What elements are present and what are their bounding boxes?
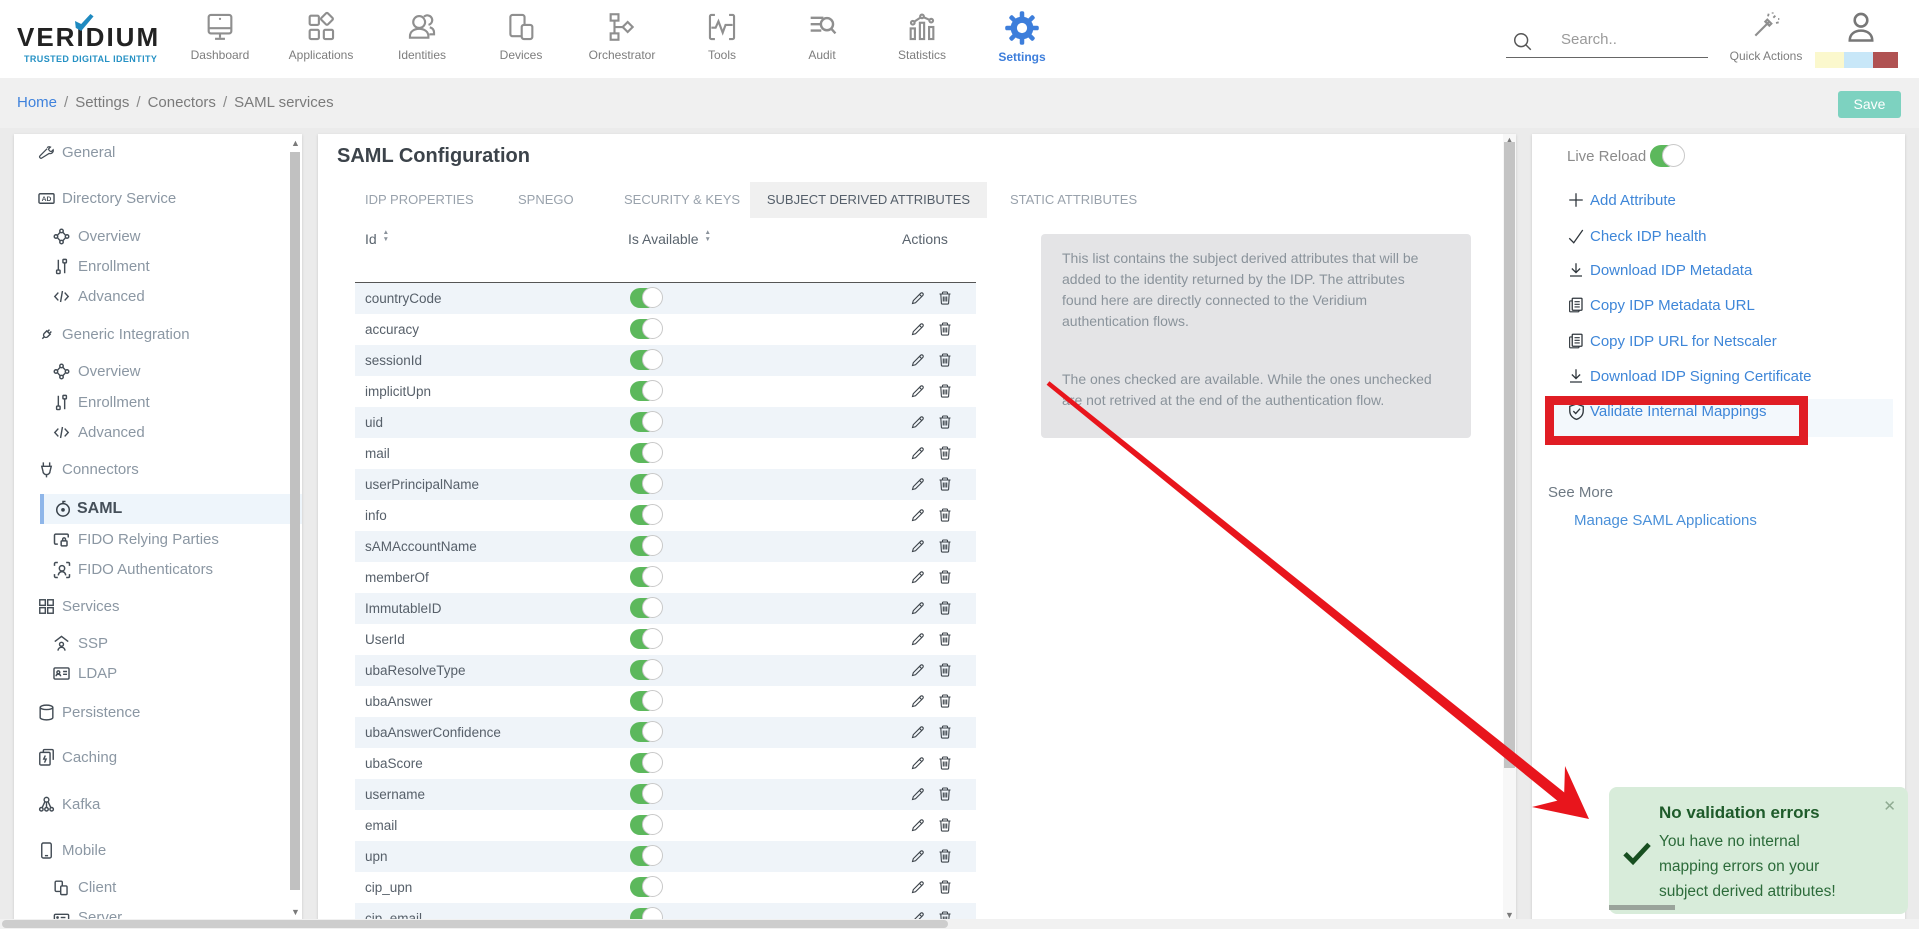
svg-text:AD: AD <box>42 196 52 203</box>
